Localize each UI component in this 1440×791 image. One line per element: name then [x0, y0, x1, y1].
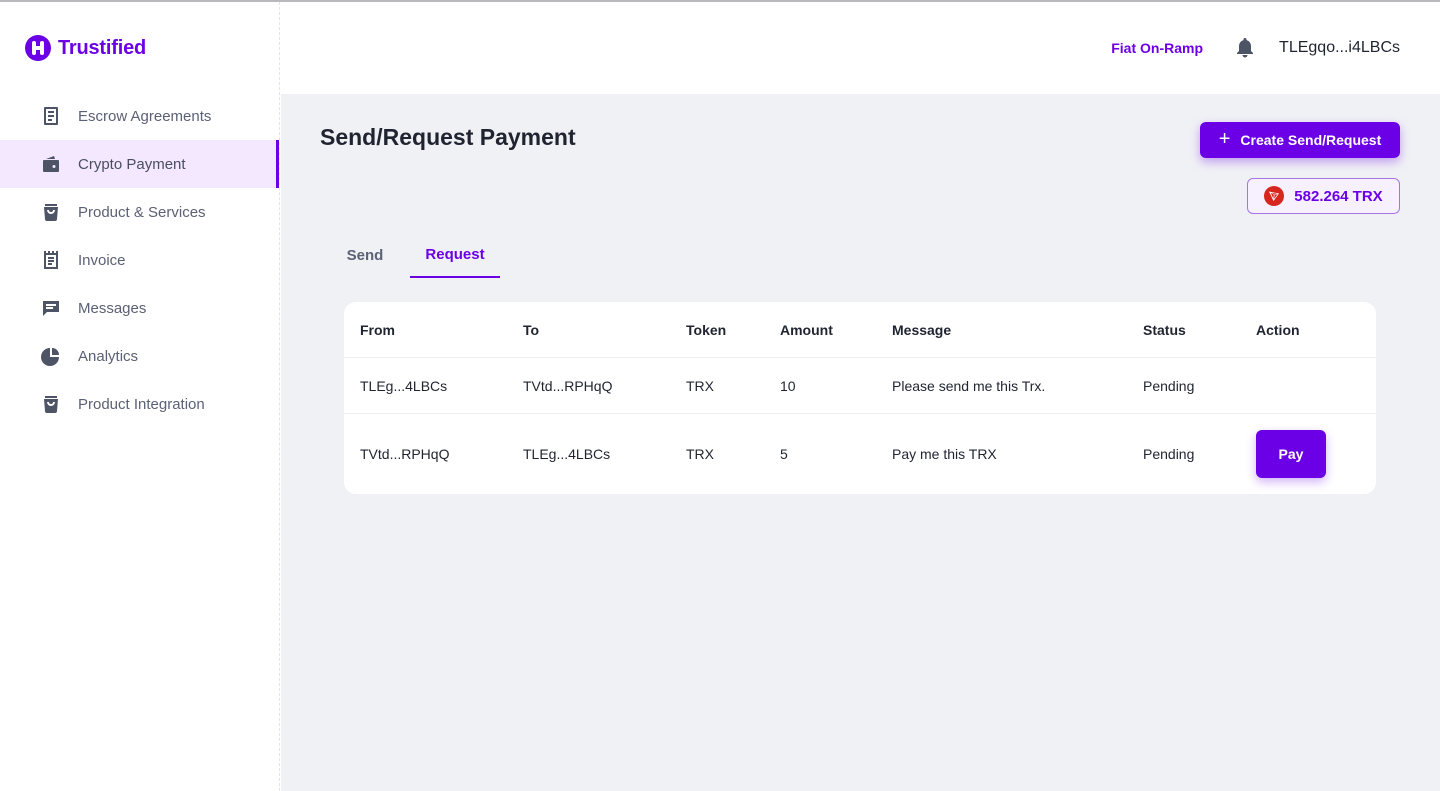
- logo-text: Trustified: [58, 36, 147, 59]
- sidebar: Trustified Escrow Agreements Crypto Paym…: [0, 2, 280, 791]
- trustified-logo-icon: [25, 35, 51, 61]
- page-title: Send/Request Payment: [320, 124, 576, 150]
- sidebar-item-product-services[interactable]: Product & Services: [0, 188, 279, 236]
- cell-status: Pending: [1143, 446, 1195, 462]
- sidebar-nav: Escrow Agreements Crypto Payment Product…: [0, 92, 279, 428]
- bell-icon[interactable]: [1236, 38, 1254, 58]
- sidebar-item-label: Escrow Agreements: [78, 107, 212, 125]
- sidebar-item-label: Product & Services: [78, 203, 206, 221]
- column-header-from: From: [360, 321, 395, 338]
- sidebar-item-label: Invoice: [78, 251, 126, 269]
- integration-bag-icon: [40, 393, 62, 415]
- receipt-icon: [40, 249, 62, 271]
- requests-table: From To Token Amount Message Status Acti…: [344, 302, 1376, 494]
- document-icon: [40, 105, 62, 127]
- tab-send[interactable]: Send: [320, 232, 410, 278]
- column-header-status: Status: [1143, 321, 1186, 338]
- sidebar-item-label: Product Integration: [78, 395, 205, 413]
- column-header-to: To: [523, 321, 540, 338]
- table-row: TVtd...RPHqQ TLEg...4LBCs TRX 5 Pay me t…: [344, 414, 1376, 494]
- sidebar-item-label: Messages: [78, 299, 147, 317]
- cell-from: TLEg...4LBCs: [360, 377, 448, 394]
- column-header-token: Token: [686, 321, 727, 338]
- main-content: Send/Request Payment + Create Send/Reque…: [281, 94, 1440, 791]
- tron-icon: [1264, 186, 1285, 206]
- sidebar-item-escrow-agreements[interactable]: Escrow Agreements: [0, 92, 279, 140]
- trx-balance-badge: 582.264 TRX: [1247, 178, 1400, 214]
- balance-amount: 582.264 TRX: [1294, 187, 1383, 205]
- sidebar-item-label: Analytics: [78, 347, 139, 365]
- cell-message: Pay me this TRX: [892, 446, 997, 462]
- sidebar-item-invoice[interactable]: Invoice: [0, 236, 279, 284]
- sidebar-item-messages[interactable]: Messages: [0, 284, 279, 332]
- cell-token: TRX: [686, 446, 714, 462]
- shopping-bag-icon: [40, 201, 62, 223]
- cell-to: TVtd...RPHqQ: [523, 377, 613, 394]
- top-header: Fiat On-Ramp TLEgqo...i4LBCs: [281, 2, 1440, 94]
- cell-amount: 10: [780, 377, 796, 394]
- sidebar-item-analytics[interactable]: Analytics: [0, 332, 279, 380]
- cell-to: TLEg...4LBCs: [523, 446, 611, 462]
- column-header-amount: Amount: [780, 321, 833, 338]
- table-header: From To Token Amount Message Status Acti…: [344, 302, 1376, 358]
- cell-action: Pay: [1240, 430, 1376, 478]
- cell-status: Pending: [1143, 377, 1195, 394]
- sidebar-item-label: Crypto Payment: [78, 155, 186, 173]
- column-header-action: Action: [1256, 321, 1300, 338]
- cell-amount: 5: [780, 446, 788, 462]
- create-button-label: Create Send/Request: [1240, 132, 1382, 148]
- pie-chart-icon: [40, 345, 62, 367]
- connected-wallet-address[interactable]: TLEgqo...i4LBCs: [1279, 39, 1400, 57]
- cell-message: Please send me this Trx.: [892, 377, 1046, 394]
- fiat-on-ramp-link[interactable]: Fiat On-Ramp: [1111, 40, 1203, 56]
- sidebar-item-crypto-payment[interactable]: Crypto Payment: [0, 140, 279, 188]
- plus-icon: +: [1218, 128, 1231, 150]
- wallet-icon: [40, 153, 62, 175]
- cell-from: TVtd...RPHqQ: [360, 446, 450, 462]
- tabs: Send Request: [320, 232, 500, 278]
- cell-token: TRX: [686, 377, 714, 394]
- logo[interactable]: Trustified: [24, 34, 146, 62]
- sidebar-item-product-integration[interactable]: Product Integration: [0, 380, 279, 428]
- pay-button[interactable]: Pay: [1256, 430, 1326, 478]
- tab-request[interactable]: Request: [410, 232, 500, 278]
- column-header-message: Message: [892, 321, 952, 338]
- message-icon: [40, 297, 62, 319]
- table-row: TLEg...4LBCs TVtd...RPHqQ TRX 10 Please …: [344, 358, 1376, 414]
- create-send-request-button[interactable]: + Create Send/Request: [1200, 122, 1400, 158]
